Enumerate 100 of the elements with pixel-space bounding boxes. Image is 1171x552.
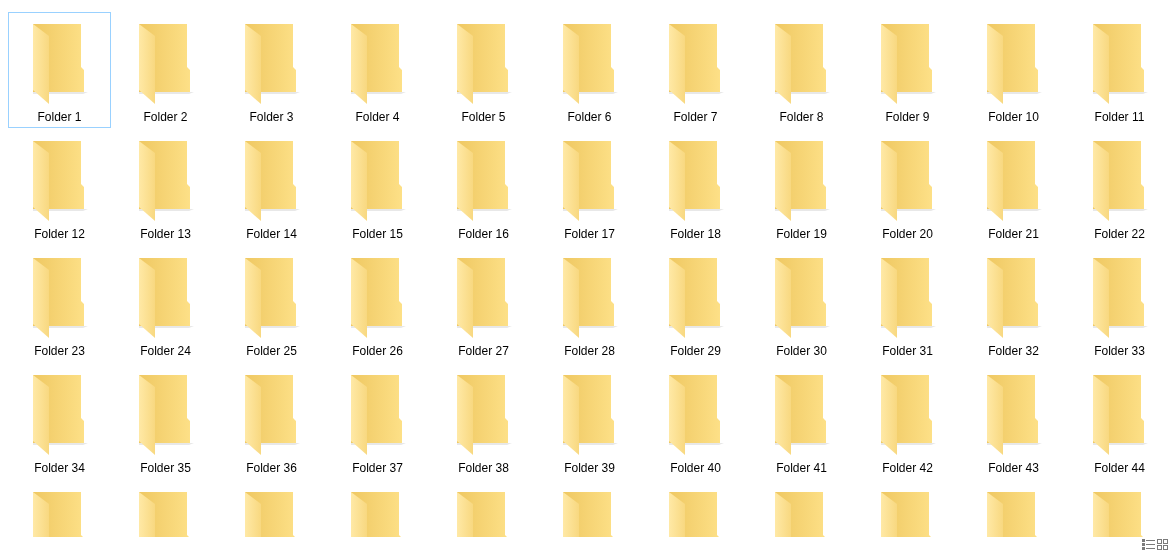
folder-icon [1090, 141, 1149, 223]
folder-icon [666, 141, 725, 223]
folder-name: Folder 20 [882, 226, 933, 242]
folder-item[interactable]: Folder 10 [962, 12, 1065, 128]
folder-icon [30, 141, 89, 223]
folder-item[interactable]: Folder 19 [750, 129, 853, 245]
folder-item[interactable]: Folder 28 [538, 246, 641, 362]
folder-item[interactable]: Folder 12 [8, 129, 111, 245]
folder-icon [1090, 258, 1149, 340]
folder-item[interactable]: Folder 37 [326, 363, 429, 479]
folder-name: Folder 13 [140, 226, 191, 242]
folder-item[interactable]: Folder 41 [750, 363, 853, 479]
details-view-icon[interactable] [1142, 539, 1155, 550]
folder-item[interactable]: Folder 17 [538, 129, 641, 245]
folder-item[interactable]: Folder 24 [114, 246, 217, 362]
folder-item[interactable]: Folder 29 [644, 246, 747, 362]
folder-name: Folder 10 [988, 109, 1039, 125]
folder-item[interactable]: Folder 43 [962, 363, 1065, 479]
folder-name: Folder 27 [458, 343, 509, 359]
folder-name: Folder 33 [1094, 343, 1145, 359]
folder-icon [136, 375, 195, 457]
folder-item[interactable]: Folder 35 [114, 363, 217, 479]
folder-item[interactable]: Folder 30 [750, 246, 853, 362]
folder-item[interactable]: Folder 21 [962, 129, 1065, 245]
folder-item[interactable]: Folder 22 [1068, 129, 1171, 245]
folder-name: Folder 1 [37, 109, 82, 125]
folder-item[interactable]: Folder 18 [644, 129, 747, 245]
folder-name: Folder 11 [1094, 109, 1145, 125]
folder-name: Folder 36 [246, 460, 297, 476]
folder-icon [242, 24, 301, 106]
folder-item[interactable]: Folder 11 [1068, 12, 1171, 128]
folder-name: Folder 12 [34, 226, 85, 242]
folder-icon [348, 375, 407, 457]
folder-name: Folder 26 [352, 343, 403, 359]
folder-name: Folder 15 [352, 226, 403, 242]
folder-icon [878, 375, 937, 457]
folder-icon [30, 24, 89, 106]
folder-item[interactable]: Folder 13 [114, 129, 217, 245]
folder-item[interactable]: Folder 14 [220, 129, 323, 245]
folder-item[interactable]: Folder 9 [856, 12, 959, 128]
folder-icon [772, 375, 831, 457]
folder-item[interactable]: Folder 44 [1068, 363, 1171, 479]
folder-item[interactable]: Folder 23 [8, 246, 111, 362]
folder-icon [242, 375, 301, 457]
folder-item[interactable]: Folder 2 [114, 12, 217, 128]
folder-item[interactable]: Folder 1 [8, 12, 111, 128]
folder-icon [30, 258, 89, 340]
folder-icon [984, 375, 1043, 457]
folder-item[interactable]: Folder 27 [432, 246, 535, 362]
folder-item[interactable]: Folder 31 [856, 246, 959, 362]
folder-item[interactable]: Folder 40 [644, 363, 747, 479]
folder-icon [454, 141, 513, 223]
folder-item[interactable]: Folder 26 [326, 246, 429, 362]
folder-name: Folder 14 [246, 226, 297, 242]
folder-name: Folder 24 [140, 343, 191, 359]
folder-item[interactable]: Folder 25 [220, 246, 323, 362]
folder-item[interactable]: Folder 42 [856, 363, 959, 479]
folder-name: Folder 21 [988, 226, 1039, 242]
folder-icon [560, 24, 619, 106]
folder-name: Folder 19 [776, 226, 827, 242]
folder-icon [666, 375, 725, 457]
folder-icon [772, 258, 831, 340]
folder-name: Folder 35 [140, 460, 191, 476]
folder-name: Folder 18 [670, 226, 721, 242]
large-icons-view-icon[interactable] [1157, 539, 1168, 550]
folder-name: Folder 41 [776, 460, 827, 476]
folder-item[interactable]: Folder 36 [220, 363, 323, 479]
folder-item[interactable]: Folder 38 [432, 363, 535, 479]
folder-item[interactable]: Folder 6 [538, 12, 641, 128]
folder-name: Folder 8 [779, 109, 824, 125]
folder-item[interactable]: Folder 15 [326, 129, 429, 245]
folder-icon [348, 24, 407, 106]
folder-name: Folder 17 [564, 226, 615, 242]
folder-icon [30, 375, 89, 457]
folder-name: Folder 34 [34, 460, 85, 476]
folder-name: Folder 6 [567, 109, 612, 125]
folder-item[interactable]: Folder 5 [432, 12, 535, 128]
folder-name: Folder 4 [355, 109, 400, 125]
folder-name: Folder 37 [352, 460, 403, 476]
folder-item[interactable]: Folder 33 [1068, 246, 1171, 362]
folder-icon [560, 375, 619, 457]
folder-item[interactable]: Folder 7 [644, 12, 747, 128]
folder-item[interactable]: Folder 8 [750, 12, 853, 128]
folder-name: Folder 22 [1094, 226, 1145, 242]
folder-icon [348, 258, 407, 340]
folder-icon [560, 141, 619, 223]
folder-name: Folder 43 [988, 460, 1039, 476]
folder-item[interactable]: Folder 16 [432, 129, 535, 245]
folder-item[interactable]: Folder 4 [326, 12, 429, 128]
folder-name: Folder 29 [670, 343, 721, 359]
folder-icon [878, 141, 937, 223]
folder-name: Folder 16 [458, 226, 509, 242]
folder-name: Folder 23 [34, 343, 85, 359]
folder-item[interactable]: Folder 34 [8, 363, 111, 479]
folder-icon [136, 141, 195, 223]
folder-item[interactable]: Folder 20 [856, 129, 959, 245]
folder-item[interactable]: Folder 39 [538, 363, 641, 479]
folder-icon [666, 258, 725, 340]
folder-item[interactable]: Folder 32 [962, 246, 1065, 362]
folder-item[interactable]: Folder 3 [220, 12, 323, 128]
